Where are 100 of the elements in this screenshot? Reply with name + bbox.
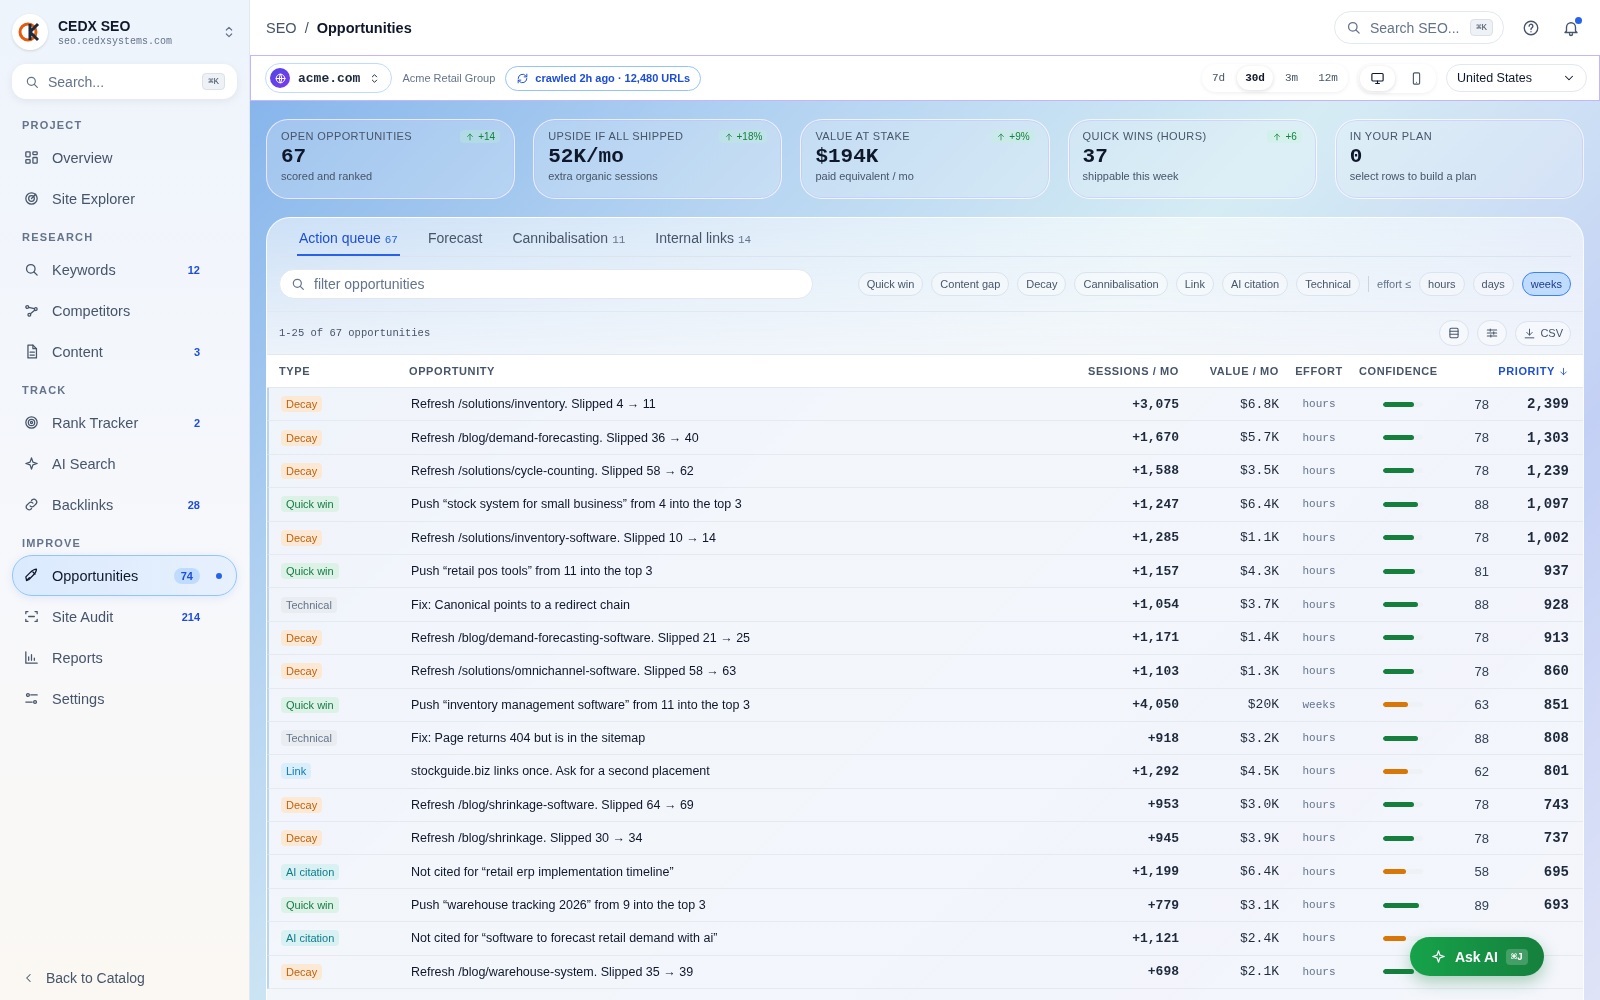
priority-cell-text: 913: [1542, 629, 1569, 646]
period-option[interactable]: 12m: [1310, 66, 1346, 90]
count-badge: 74: [173, 567, 200, 584]
arrow-up-icon: [996, 131, 1007, 142]
opportunity-text[interactable]: Not cited for “software to forecast retail demand with ai”: [411, 931, 1059, 946]
tab[interactable]: Internal links 14: [653, 230, 754, 256]
value-cell-text: $1.3K: [1239, 663, 1279, 679]
tab[interactable]: Cannibalisation 11: [510, 230, 628, 256]
nav-item[interactable]: Opportunities 74: [12, 555, 237, 596]
nav-item[interactable]: Backlinks 28: [12, 484, 237, 525]
filter-chip[interactable]: Quick win: [857, 272, 924, 296]
kpi-label: OPEN OPPORTUNITIES: [281, 130, 413, 142]
opportunity-text[interactable]: stockguide.biz links once. Ask for a second placement: [411, 764, 1059, 779]
nav-item[interactable]: Keywords 12: [12, 249, 237, 290]
nav-item[interactable]: Competitors: [12, 290, 237, 331]
effort-chip[interactable]: weeks: [1521, 272, 1571, 296]
globe-icon: [273, 71, 287, 85]
opportunity-text[interactable]: Push “warehouse tracking 2026” from 9 into the top 3: [411, 898, 1059, 913]
confidence-bar: [1383, 835, 1423, 841]
filter-chip[interactable]: Content gap: [931, 272, 1010, 296]
brand-domain: seo.cedxsystems.com: [58, 35, 174, 47]
confidence-value: 78: [1474, 830, 1489, 846]
type-tag: Decay: [281, 663, 323, 680]
nav-item[interactable]: Reports: [12, 637, 237, 678]
type-tag: AI citation: [281, 863, 340, 880]
filter-chip[interactable]: Technical: [1296, 272, 1361, 296]
download-icon: [1523, 326, 1537, 340]
period-option[interactable]: 7d: [1203, 66, 1234, 90]
opportunity-text[interactable]: Refresh /blog/shrinkage. Slipped 30 → 34: [411, 831, 1059, 846]
column-header[interactable]: CONFIDENCE: [1359, 365, 1489, 377]
opportunity-text[interactable]: Refresh /blog/shrinkage-software. Slipped 64 → 69: [411, 797, 1059, 812]
nav-item[interactable]: Settings: [12, 678, 237, 719]
country-dropdown[interactable]: United States: [1445, 64, 1587, 92]
breadcrumb-link[interactable]: SEO: [266, 19, 297, 36]
opportunity-text[interactable]: Refresh /blog/demand-forecasting. Slipped 36 → 40: [411, 430, 1059, 445]
density-button[interactable]: [1439, 320, 1470, 346]
opportunity-text[interactable]: Refresh /solutions/inventory. Slipped 4 → 11: [411, 397, 1059, 412]
confidence-value: 78: [1474, 797, 1489, 813]
opportunity-text[interactable]: Push “retail pos tools” from 11 into the top 3: [411, 564, 1059, 579]
confidence-value: 78: [1474, 396, 1489, 412]
sessions-cell-text: +1,171: [1131, 630, 1179, 646]
nav-section-heading: RESEARCH: [21, 230, 95, 245]
period-option[interactable]: 3m: [1276, 66, 1307, 90]
opportunity-text[interactable]: Push “inventory management software” from 11 into the top 3: [411, 697, 1059, 712]
filter-chip[interactable]: Decay: [1017, 272, 1067, 296]
sidebar-search-field[interactable]: Search... ⌘K: [12, 64, 237, 99]
nav-item[interactable]: Overview: [12, 137, 237, 178]
effort-cell-text: hours: [1301, 498, 1337, 511]
nav-item[interactable]: Rank Tracker 2: [12, 402, 237, 443]
nav-section-heading: PROJECT: [21, 118, 84, 133]
sessions-cell-text: +1,247: [1131, 496, 1179, 512]
filter-chip[interactable]: Cannibalisation: [1074, 272, 1168, 296]
opportunity-text[interactable]: Refresh /solutions/cycle-counting. Slipped 58 → 62: [411, 463, 1059, 478]
nav-item[interactable]: Content 3: [12, 331, 237, 372]
nav-item[interactable]: AI Search: [12, 443, 237, 484]
item-count: 3: [193, 345, 200, 358]
effort-chip[interactable]: days: [1472, 272, 1514, 296]
desktop-toggle[interactable]: [1359, 65, 1395, 91]
tab[interactable]: Action queue 67: [297, 230, 400, 256]
back-link[interactable]: Back to Catalog: [12, 970, 237, 986]
column-header[interactable]: PRIORITY: [1489, 365, 1569, 377]
opportunity-text[interactable]: Fix: Page returns 404 but is in the sitemap: [411, 731, 1059, 746]
value-cell-text: $5.7K: [1239, 430, 1279, 446]
tab[interactable]: Forecast: [425, 230, 485, 256]
value-cell-text: $3.5K: [1239, 463, 1279, 479]
type-tag: Decay: [281, 963, 323, 980]
period-option[interactable]: 30d: [1237, 66, 1273, 90]
filter-field[interactable]: filter opportunities: [279, 269, 813, 299]
effort-cell-text: hours: [1301, 398, 1337, 411]
value-cell-text: $6.4K: [1239, 496, 1279, 512]
column-header[interactable]: EFFORT: [1279, 365, 1359, 377]
column-header[interactable]: VALUE / MO: [1179, 365, 1279, 377]
confidence-bar: [1383, 435, 1423, 441]
opportunity-text[interactable]: Push “stock system for small business” from 4 into the top 3: [411, 497, 1059, 512]
nav-item[interactable]: Site Audit 214: [12, 596, 237, 637]
column-header[interactable]: SESSIONS / MO: [1059, 365, 1179, 377]
opportunity-text[interactable]: Refresh /solutions/omnichannel-software. Slipped 58 → 63: [411, 664, 1059, 679]
opportunity-text[interactable]: Refresh /blog/demand-forecasting-software. Slipped 21 → 25: [411, 630, 1059, 645]
column-header[interactable]: TYPE: [279, 365, 409, 377]
value-cell-text: $20K: [1246, 697, 1279, 713]
filter-chip[interactable]: AI citation: [1221, 272, 1289, 296]
type-tag: Decay: [281, 396, 323, 413]
effort-chip[interactable]: hours: [1419, 272, 1465, 296]
sessions-cell-text: +1,121: [1131, 930, 1179, 946]
priority-cell-text: 860: [1542, 663, 1569, 680]
filter-chip[interactable]: Link: [1175, 272, 1214, 296]
sparkle-icon: [23, 455, 40, 472]
opportunity-text[interactable]: Refresh /blog/warehouse-system. Slipped 35 → 39: [411, 964, 1059, 979]
type-tag: Quick win: [281, 897, 339, 914]
opportunity-text[interactable]: Refresh /solutions/inventory-software. Slipped 10 → 14: [411, 530, 1059, 545]
confidence-value: 88: [1474, 730, 1489, 746]
opportunity-text[interactable]: Fix: Canonical points to a redirect chain: [411, 597, 1059, 612]
sessions-cell-text: +698: [1146, 964, 1179, 980]
ask-ai-button[interactable]: Ask AI ⌘J: [1409, 937, 1544, 976]
type-tag: Decay: [281, 529, 323, 546]
csv-export-button[interactable]: CSV: [1515, 320, 1571, 346]
column-header[interactable]: OPPORTUNITY: [409, 365, 1059, 377]
kpi-note: shippable this week: [1082, 170, 1180, 182]
opportunity-text[interactable]: Not cited for “retail erp implementation timeline”: [411, 864, 1059, 879]
nav-item[interactable]: Site Explorer: [12, 178, 237, 219]
